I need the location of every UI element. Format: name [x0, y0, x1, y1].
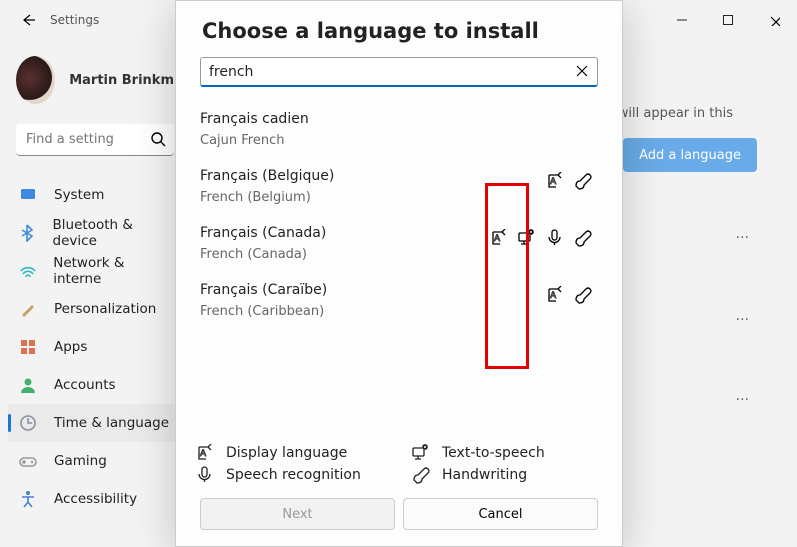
display-language-icon [490, 229, 508, 247]
maximize-icon [722, 14, 734, 26]
sidebar-item-label: System [54, 187, 104, 203]
sidebar-item-system[interactable]: System [8, 176, 182, 214]
sidebar-item-label: Network & interne [53, 255, 172, 287]
legend-display-language: Display language [196, 444, 386, 462]
language-option[interactable]: Français cadien Cajun French [200, 101, 598, 158]
handwriting-icon [574, 229, 592, 247]
sidebar-item-gaming[interactable]: Gaming [8, 442, 182, 480]
sidebar-item-label: Apps [54, 339, 87, 355]
display-language-icon [546, 172, 564, 190]
accessibility-icon [18, 489, 38, 509]
clear-search-button[interactable] [574, 63, 590, 83]
time-language-icon [18, 413, 38, 433]
speech-recognition-icon [196, 466, 214, 484]
gaming-icon [18, 451, 38, 471]
text-to-speech-icon [518, 229, 536, 247]
handwriting-icon [574, 172, 592, 190]
language-search-input[interactable] [200, 57, 598, 87]
bluetooth-icon [18, 223, 37, 243]
more-menu-1[interactable]: ··· [736, 226, 749, 250]
profile-name: Martin Brinkm [69, 73, 174, 88]
dialog-title: Choose a language to install [176, 1, 622, 53]
language-list: Français cadien Cajun French Français (Bel… [176, 97, 622, 436]
language-english-name: French (Belgium) [200, 190, 598, 205]
add-language-button[interactable]: Add a language [623, 138, 757, 172]
minimize-icon [676, 14, 688, 26]
language-english-name: Cajun French [200, 133, 598, 148]
language-install-dialog: Choose a language to install Français ca… [175, 0, 623, 547]
legend-speech-recognition: Speech recognition [196, 466, 386, 484]
sidebar-item-accounts[interactable]: Accounts [8, 366, 182, 404]
back-icon [20, 12, 36, 28]
handwriting-icon [412, 466, 430, 484]
sidebar-item-personalization[interactable]: Personalization [8, 290, 182, 328]
title-bar-text: Settings [50, 13, 99, 27]
language-option[interactable]: Français (Caraïbe) French (Caribbean) [200, 272, 598, 329]
language-native-name: Français cadien [200, 111, 598, 127]
language-native-name: Français (Belgique) [200, 168, 598, 184]
search-icon [150, 131, 166, 151]
speech-recognition-icon [546, 229, 564, 247]
sidebar-item-accessibility[interactable]: Accessibility [8, 480, 182, 518]
maximize-button[interactable] [705, 4, 751, 36]
avatar[interactable] [16, 56, 55, 104]
language-english-name: French (Caribbean) [200, 304, 598, 319]
accounts-icon [18, 375, 38, 395]
back-button[interactable] [12, 4, 44, 36]
close-icon [768, 14, 780, 26]
more-menu-3[interactable]: ··· [736, 388, 749, 412]
language-native-name: Français (Caraïbe) [200, 282, 598, 298]
sidebar-item-network-interne[interactable]: Network & interne [8, 252, 182, 290]
display-language-icon [196, 444, 214, 462]
sidebar-item-label: Accessibility [54, 491, 137, 507]
minimize-button[interactable] [659, 4, 705, 36]
close-icon [574, 63, 590, 79]
language-english-name: French (Canada) [200, 247, 598, 262]
display-language-icon [546, 286, 564, 304]
sidebar-item-label: Time & language [54, 415, 169, 431]
legend-handwriting: Handwriting [412, 466, 602, 484]
text-to-speech-icon [412, 444, 430, 462]
sidebar-item-label: Accounts [54, 377, 116, 393]
sidebar-item-label: Gaming [54, 453, 107, 469]
system-icon [18, 185, 38, 205]
next-button: Next [200, 498, 395, 530]
language-option[interactable]: Français (Canada)French (Canada) [200, 215, 598, 272]
personalization-icon [18, 299, 38, 319]
sidebar-item-bluetooth-device[interactable]: Bluetooth & device [8, 214, 182, 252]
sidebar-item-label: Bluetooth & device [53, 217, 172, 249]
more-menu-2[interactable]: ··· [736, 308, 749, 332]
language-option[interactable]: Français (Belgique) French (Belgium) [200, 158, 598, 215]
legend-text-to-speech: Text-to-speech [412, 444, 602, 462]
sidebar-item-apps[interactable]: Apps [8, 328, 182, 366]
close-window-button[interactable] [751, 4, 797, 36]
network-icon [18, 261, 37, 281]
sidebar-item-time-language[interactable]: Time & language [8, 404, 182, 442]
sidebar-item-label: Personalization [54, 301, 156, 317]
apps-icon [18, 337, 38, 357]
sidebar-nav: System Bluetooth & device Network & intern… [8, 176, 182, 518]
cancel-button[interactable]: Cancel [403, 498, 598, 530]
handwriting-icon [574, 286, 592, 304]
